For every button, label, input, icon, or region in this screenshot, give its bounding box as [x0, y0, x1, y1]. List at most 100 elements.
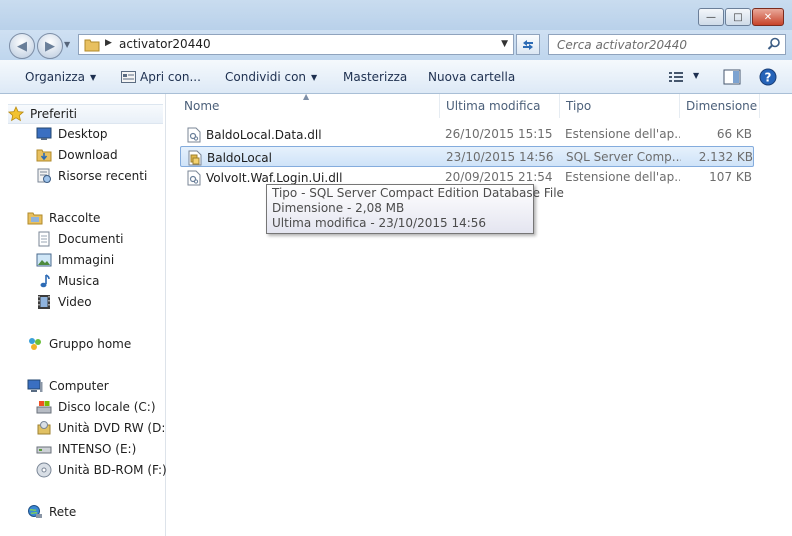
- column-header-modified[interactable]: Ultima modifica: [440, 94, 560, 118]
- open-with-icon: [121, 71, 136, 83]
- tooltip-size: Dimensione - 2,08 MB: [272, 201, 405, 215]
- file-name: VolvoIt.Waf.Login.Ui.dll: [206, 171, 343, 185]
- view-options-chevron-down-icon[interactable]: ▼: [693, 71, 699, 80]
- sidebar-item-label: Computer: [49, 379, 109, 393]
- column-header-label: Ultima modifica: [446, 99, 541, 113]
- change-view-button[interactable]: [668, 70, 684, 87]
- pictures-icon: [36, 252, 52, 268]
- share-with-button[interactable]: Condividi con ▼: [225, 70, 317, 84]
- column-header-label: Nome: [184, 99, 220, 113]
- sidebar-item-label: Gruppo home: [49, 337, 132, 351]
- chevron-down-icon: ▼: [90, 73, 97, 82]
- share-with-label: Condividi con: [225, 70, 307, 84]
- dll-file-icon: [186, 127, 202, 143]
- sidebar-item-label: Rete: [49, 505, 77, 519]
- file-name: BaldoLocal.Data.dll: [206, 128, 322, 142]
- usb-drive-icon: [36, 441, 52, 457]
- window-controls: — □ ✕: [697, 8, 784, 26]
- view-details-icon: [669, 72, 683, 82]
- help-icon: ?: [759, 68, 777, 86]
- minimize-icon: —: [706, 11, 716, 23]
- recent-pages-chevron-down-icon[interactable]: ▼: [64, 40, 70, 49]
- sidebar-item-label: Documenti: [58, 232, 124, 246]
- sidebar-item-label: Unità DVD RW (D:) C: [58, 421, 183, 435]
- column-header-name[interactable]: Nome: [178, 94, 440, 118]
- folder-icon: [84, 39, 100, 52]
- file-modified: 26/10/2015 15:15: [445, 127, 553, 141]
- command-bar: Organizza ▼ Apri con... Condividi con ▼ Ma…: [0, 60, 792, 94]
- minimize-button[interactable]: —: [698, 8, 724, 26]
- search-icon[interactable]: [767, 37, 781, 51]
- file-type: SQL Server Comp...: [566, 150, 681, 164]
- music-icon: [36, 273, 52, 289]
- sidebar-item-favorites[interactable]: Preferiti: [8, 104, 163, 124]
- organize-button[interactable]: Organizza ▼: [25, 70, 96, 84]
- new-folder-button[interactable]: Nuova cartella: [428, 70, 515, 84]
- sidebar-item-label: Desktop: [58, 127, 108, 141]
- sidebar-item-label: Download: [58, 148, 118, 162]
- file-size: 107 KB: [709, 170, 752, 184]
- navigation-pane: Preferiti Desktop Download Risorse recen…: [0, 94, 182, 536]
- address-bar[interactable]: ▶ activator20440 ▼: [78, 34, 514, 55]
- database-file-icon: [187, 150, 203, 166]
- dvd-drive-icon: [36, 420, 52, 436]
- open-with-button[interactable]: Apri con...: [121, 70, 201, 84]
- organize-label: Organizza: [25, 70, 86, 84]
- sidebar-item-label: Musica: [58, 274, 100, 288]
- search-input[interactable]: [555, 37, 759, 53]
- tooltip-type: Tipo - SQL Server Compact Edition Databa…: [272, 186, 564, 200]
- sidebar-item-label: Raccolte: [49, 211, 101, 225]
- column-header-type[interactable]: Tipo: [560, 94, 680, 118]
- file-type: Estensione dell'ap...: [565, 170, 680, 184]
- file-size: 2.132 KB: [698, 150, 753, 164]
- sidebar-item-label: INTENSO (E:): [58, 442, 137, 456]
- dll-file-icon: [186, 170, 202, 186]
- forward-button[interactable]: ▶: [37, 33, 63, 59]
- chevron-down-icon: ▼: [311, 73, 318, 82]
- back-arrow-icon: ◀: [17, 38, 27, 54]
- table-row-selected[interactable]: BaldoLocal 23/10/2015 14:56 SQL Server C…: [180, 146, 754, 167]
- recent-places-icon: [36, 168, 52, 184]
- file-list: ▲ Nome Ultima modifica Tipo Dimensione B…: [166, 92, 792, 536]
- address-history-chevron-down-icon[interactable]: ▼: [501, 39, 508, 49]
- sidebar-item-label: Risorse recenti: [58, 169, 148, 183]
- close-icon: ✕: [763, 11, 773, 23]
- preview-pane-button[interactable]: [723, 69, 741, 88]
- sidebar-item-label: Preferiti: [30, 107, 77, 121]
- file-name-cell: BaldoLocal: [187, 150, 437, 166]
- preview-pane-icon: [723, 69, 741, 85]
- refresh-button[interactable]: [516, 34, 540, 55]
- homegroup-icon: [27, 336, 43, 352]
- sidebar-item-label: Disco locale (C:): [58, 400, 156, 414]
- network-icon: [27, 504, 43, 520]
- table-row[interactable]: BaldoLocal.Data.dll 26/10/2015 15:15 Est…: [180, 124, 754, 145]
- search-box[interactable]: [548, 34, 786, 55]
- column-header-label: Dimensione: [686, 99, 758, 113]
- libraries-folder-icon: [27, 210, 43, 226]
- close-button[interactable]: ✕: [752, 8, 784, 26]
- breadcrumb-current-folder[interactable]: activator20440: [119, 37, 211, 51]
- svg-text:?: ?: [765, 71, 772, 85]
- column-header-size[interactable]: Dimensione: [680, 94, 760, 118]
- back-button[interactable]: ◀: [9, 33, 35, 59]
- file-name: BaldoLocal: [207, 151, 272, 165]
- sidebar-item-label: Immagini: [58, 253, 115, 267]
- forward-arrow-icon: ▶: [45, 38, 55, 54]
- maximize-button[interactable]: □: [725, 8, 751, 26]
- file-type: Estensione dell'ap...: [565, 127, 680, 141]
- burn-button[interactable]: Masterizza: [343, 70, 407, 84]
- documents-icon: [36, 231, 52, 247]
- disc-icon: [36, 462, 52, 478]
- file-name-cell: BaldoLocal.Data.dll: [186, 127, 436, 143]
- desktop-icon: [36, 126, 52, 142]
- address-row: ◀ ▶ ▼ ▶ activator20440 ▼: [0, 30, 792, 60]
- tooltip-modified: Ultima modifica - 23/10/2015 14:56: [272, 216, 487, 230]
- computer-icon: [27, 378, 43, 394]
- video-icon: [36, 294, 52, 310]
- breadcrumb-separator-icon[interactable]: ▶: [105, 38, 112, 48]
- help-button[interactable]: ?: [759, 68, 777, 89]
- download-folder-icon: [36, 147, 52, 163]
- file-size: 66 KB: [716, 127, 752, 141]
- refresh-icon: [523, 39, 533, 50]
- star-icon: [8, 106, 24, 122]
